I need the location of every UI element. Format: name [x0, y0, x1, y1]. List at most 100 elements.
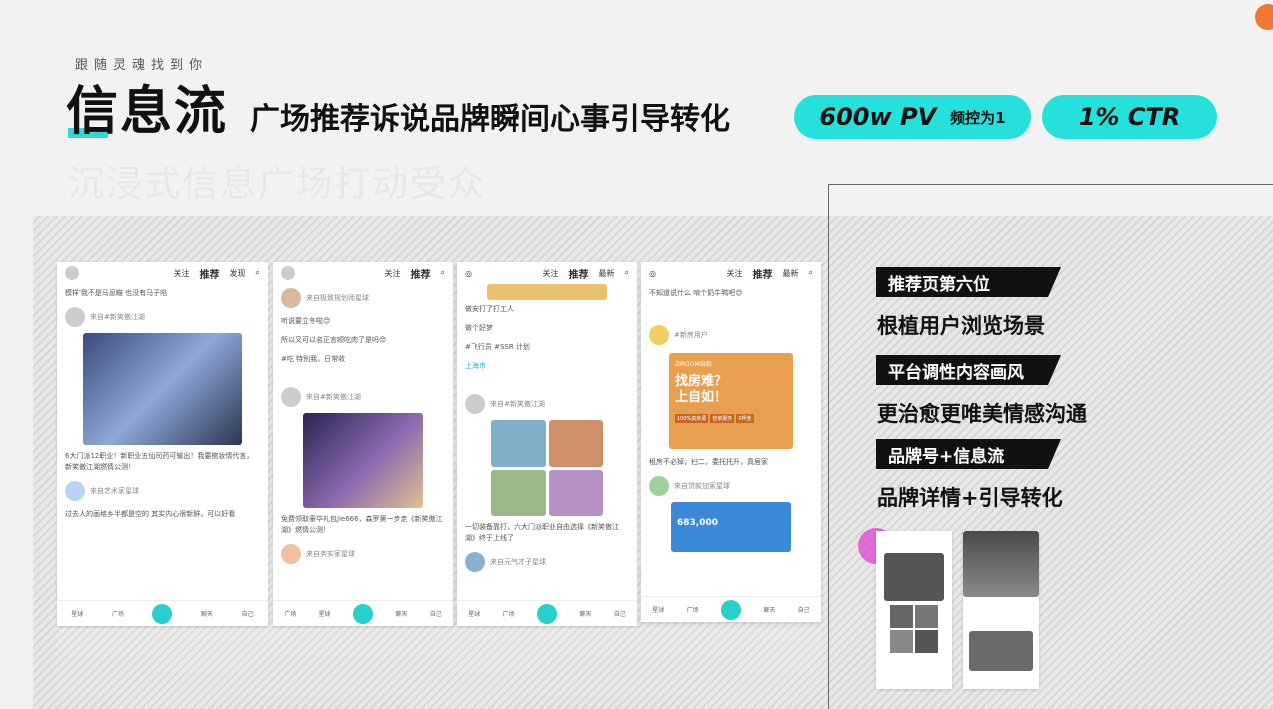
phone-screen-3: ◎ 关注 推荐 最新 ⌕ 做安打了打工人 做个好梦 #飞行员 #SSR 计划 上…	[457, 262, 637, 626]
bottom-nav: 星球 广场 聊天 自己	[457, 600, 637, 626]
loan-card[interactable]: 683,000	[671, 502, 791, 552]
nav-planet[interactable]: 星球	[319, 609, 331, 618]
nav-self[interactable]: 自己	[798, 605, 810, 614]
search-icon[interactable]: ⌕	[809, 268, 813, 278]
avatar[interactable]	[281, 288, 301, 308]
publish-button[interactable]	[720, 599, 741, 620]
nav-self[interactable]: 自己	[242, 609, 254, 618]
ad-brand: ZIROOM自如	[675, 361, 712, 368]
tab-follow[interactable]: 关注	[727, 268, 743, 279]
grid-image[interactable]	[491, 420, 546, 467]
post-author: 来自贷款加家星球	[641, 472, 821, 500]
publish-button[interactable]	[152, 603, 173, 624]
nav-self[interactable]: 自己	[614, 609, 626, 618]
ctr-value: 1% CTR	[1078, 103, 1181, 131]
nav-chat[interactable]: 聊天	[763, 605, 775, 614]
game-ad-image[interactable]	[83, 333, 242, 445]
nav-chat[interactable]: 聊天	[201, 609, 213, 618]
mini-phone-feed[interactable]	[876, 531, 952, 689]
avatar[interactable]	[65, 481, 85, 501]
author-label: 来自元气才子星球	[490, 557, 546, 566]
publish-button[interactable]	[536, 603, 557, 624]
tab-recommend[interactable]: 推荐	[411, 266, 431, 281]
ad-button[interactable]: 管家服务	[710, 414, 735, 423]
page-title: 信息流	[66, 82, 229, 142]
post-author: 来自极致规划师星球	[273, 284, 453, 312]
mini-image	[963, 531, 1039, 597]
tab-follow[interactable]: 关注	[543, 268, 559, 279]
post-text: 做安打了打工人	[465, 305, 514, 313]
avatar[interactable]	[649, 325, 669, 345]
avatar[interactable]	[65, 266, 79, 280]
nav-square[interactable]: 广场	[284, 609, 296, 618]
post-author: 来自#新笑傲江湖	[273, 383, 453, 411]
tab-latest[interactable]: 最新	[599, 268, 615, 279]
bottom-nav: 广场 星球 聊天 自己	[273, 600, 453, 626]
corner-badge-icon[interactable]	[1255, 4, 1273, 30]
nav-square[interactable]: 广场	[503, 609, 515, 618]
top-tabs: 关注 推荐 ⌕	[273, 262, 453, 284]
tab-recommend[interactable]: 推荐	[200, 266, 220, 281]
avatar[interactable]	[65, 307, 85, 327]
top-tabs: 关注 推荐 发现 ⌕	[57, 262, 268, 284]
search-icon[interactable]: ⌕	[625, 268, 629, 278]
point-1: 根植用户浏览场景	[877, 314, 1045, 338]
post-text: 做个好梦	[465, 324, 493, 332]
nav-planet[interactable]: 星球	[468, 609, 480, 618]
nav-self[interactable]: 自己	[430, 609, 442, 618]
nav-planet[interactable]: 星球	[652, 605, 664, 614]
nav-chat[interactable]: 聊天	[579, 609, 591, 618]
tab-recommend[interactable]: 推荐	[753, 266, 773, 281]
camera-icon[interactable]: ◎	[465, 269, 472, 278]
phone-screen-4: ◎ 关注 推荐 最新 ⌕ 不知道说什么 啃个奶牛鸭吧😊 #新房用户 ZIROOM…	[641, 262, 821, 622]
mini-image	[915, 630, 938, 653]
author-label: 来自#新笑傲江湖	[90, 312, 145, 321]
publish-button[interactable]	[352, 603, 373, 624]
mini-phone-brand[interactable]	[963, 531, 1039, 689]
post-caption: 免费领取豪华礼包jie666，森罗第一步走《新笑傲江湖》燃情公测！	[281, 515, 443, 534]
ghost-text: 沉浸式信息广场打动受众	[68, 164, 487, 205]
game-ad-image[interactable]	[303, 413, 423, 508]
ad-button[interactable]: 100%真房源	[675, 414, 709, 423]
location-label: 上海市	[465, 362, 486, 370]
author-label: 来自务实家星球	[306, 549, 355, 558]
nav-square[interactable]: 广场	[112, 609, 124, 618]
post-author: 来自务实家星球	[273, 540, 453, 568]
grid-image[interactable]	[548, 420, 603, 467]
small-caption: 跟随灵魂找到你	[75, 58, 209, 73]
mini-image	[884, 553, 944, 601]
nav-planet[interactable]: 星球	[71, 609, 83, 618]
author-label: #新房用户	[674, 330, 708, 339]
avatar[interactable]	[649, 476, 669, 496]
avatar[interactable]	[281, 544, 301, 564]
avatar[interactable]	[465, 394, 485, 414]
tab-latest[interactable]: 最新	[783, 268, 799, 279]
pv-frequency: 频控为1	[950, 108, 1006, 127]
mini-image	[890, 630, 913, 653]
tab-recommend[interactable]: 推荐	[569, 266, 589, 281]
post-author: 来自#新笑傲江湖	[57, 303, 268, 331]
post-author: #新房用户	[641, 321, 821, 349]
tab-follow[interactable]: 关注	[385, 268, 401, 279]
phone-screen-2: 关注 推荐 ⌕ 来自极致规划师星球 听说要立冬啦😊 所以又可以名正言顺吃肉了是吗…	[273, 262, 453, 626]
tab-follow[interactable]: 关注	[174, 268, 190, 279]
post-caption: 一切装备靠打，六大门派职业自由选择《新笑傲江湖》终于上线了	[465, 523, 619, 542]
tab-discover[interactable]: 发现	[230, 268, 246, 279]
post-author: 来自艺术家星球	[57, 477, 268, 505]
ad-button[interactable]: 0押金	[736, 414, 754, 423]
avatar[interactable]	[465, 552, 485, 572]
search-icon[interactable]: ⌕	[256, 268, 260, 278]
grid-image[interactable]	[548, 469, 603, 516]
post-caption: 过去人的画格乡半都是空的 其实内心很新鲜，可以好看	[65, 510, 236, 518]
phone-screen-1: 关注 推荐 发现 ⌕ 模样'我不是马息瞄 也没有马子陷 来自#新笑傲江湖 6大门…	[57, 262, 268, 626]
avatar[interactable]	[281, 266, 295, 280]
nav-chat[interactable]: 聊天	[395, 609, 407, 618]
post-image[interactable]	[487, 284, 607, 300]
nav-square[interactable]: 广场	[687, 605, 699, 614]
ziroom-ad[interactable]: ZIROOM自如 找房难？上自如！ 100%真房源 管家服务 0押金	[669, 353, 793, 449]
author-label: 来自极致规划师星球	[306, 293, 369, 302]
avatar[interactable]	[281, 387, 301, 407]
grid-image[interactable]	[491, 469, 546, 516]
camera-icon[interactable]: ◎	[649, 269, 656, 278]
search-icon[interactable]: ⌕	[441, 268, 445, 278]
